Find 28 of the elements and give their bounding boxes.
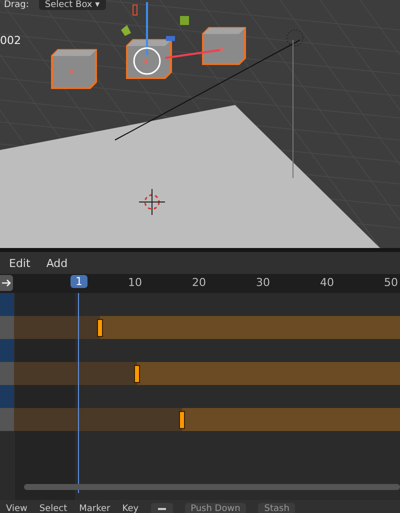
menu-item[interactable]: View	[6, 504, 28, 513]
keyframe[interactable]	[179, 411, 186, 429]
drag-label: Drag:	[3, 0, 30, 10]
cube-drawing	[202, 27, 246, 65]
cursor-icon	[138, 188, 166, 216]
cube-drawing	[126, 39, 172, 79]
tool-dropdown[interactable]: Select Box ▾	[38, 0, 106, 10]
menu-item[interactable]: Marker	[79, 504, 110, 513]
frame-number: 40	[320, 276, 334, 289]
cube-drawing	[51, 49, 97, 89]
frame-number: 10	[128, 276, 142, 289]
menu-item[interactable]: Select	[39, 504, 68, 513]
menu-item[interactable]: Add	[46, 256, 68, 270]
scrollbar[interactable]	[24, 484, 400, 490]
action-button[interactable]: Stash	[258, 503, 296, 513]
mode-button[interactable]	[150, 503, 173, 513]
arrow-icon	[2, 279, 12, 287]
object-label: 002	[0, 34, 21, 47]
frame-number: 30	[256, 276, 270, 289]
menu-item[interactable]: Edit	[9, 256, 30, 270]
arrow-button[interactable]	[0, 275, 13, 291]
keyframe[interactable]	[97, 319, 104, 337]
current-frame[interactable]: 1	[70, 275, 88, 288]
frame-number: 50	[384, 276, 398, 289]
frame-number: 20	[192, 276, 206, 289]
action-button[interactable]: Push Down	[184, 503, 246, 513]
menu-item[interactable]: Key	[122, 504, 139, 513]
keyframe[interactable]	[134, 365, 140, 383]
